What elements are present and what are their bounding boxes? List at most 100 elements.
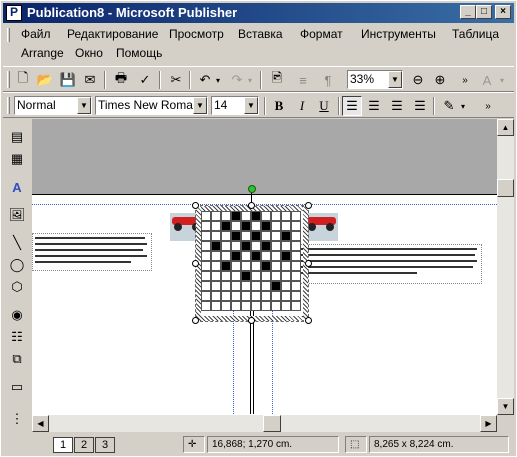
crossword-cell[interactable] bbox=[271, 301, 281, 311]
resize-handle[interactable] bbox=[248, 317, 255, 324]
scroll-right-icon[interactable]: ▶ bbox=[480, 415, 497, 432]
undo-dropdown-icon[interactable]: ▾ bbox=[213, 70, 223, 90]
crossword-cell[interactable] bbox=[241, 231, 251, 241]
crossword-cell[interactable] bbox=[211, 271, 221, 281]
crossword-cell[interactable] bbox=[251, 261, 261, 271]
crossword-cell[interactable] bbox=[291, 211, 301, 221]
crossword-cell[interactable] bbox=[231, 301, 241, 311]
crossword-cell[interactable] bbox=[291, 281, 301, 291]
align-center-icon[interactable]: ☰ bbox=[364, 96, 384, 116]
crossword-cell[interactable] bbox=[261, 241, 271, 251]
page-tab-1[interactable]: 1 bbox=[53, 437, 73, 453]
horizontal-scrollbar[interactable]: ◀ ▶ bbox=[32, 415, 497, 432]
crossword-cell[interactable] bbox=[211, 231, 221, 241]
crossword-cell[interactable] bbox=[271, 251, 281, 261]
crossword-cell[interactable] bbox=[241, 301, 251, 311]
publisher-app-icon[interactable] bbox=[6, 5, 22, 21]
redo-dropdown-icon[interactable]: ▾ bbox=[245, 70, 255, 90]
crossword-cell[interactable] bbox=[241, 291, 251, 301]
crossword-cell[interactable] bbox=[231, 231, 241, 241]
vertical-scrollbar[interactable]: ▲ ▼ bbox=[497, 119, 514, 415]
crossword-cell[interactable] bbox=[251, 231, 261, 241]
crossword-cell[interactable] bbox=[261, 271, 271, 281]
crossword-cell[interactable] bbox=[271, 271, 281, 281]
crossword-cell[interactable] bbox=[221, 301, 231, 311]
menu-insert[interactable]: Вставка bbox=[238, 27, 283, 41]
picture-frame-icon[interactable]: 🖼 bbox=[7, 205, 27, 225]
print-icon[interactable]: 🖶 bbox=[111, 70, 131, 90]
format-painter-icon[interactable]: A bbox=[477, 70, 497, 90]
zoom-dropdown-icon[interactable]: ▼ bbox=[388, 71, 402, 88]
menu-grip[interactable] bbox=[7, 28, 10, 42]
objects-overflow-icon[interactable]: ⋮ bbox=[7, 409, 27, 429]
menu-edit[interactable]: Редактирование bbox=[67, 27, 158, 41]
toolbar-overflow-icon[interactable]: » bbox=[455, 70, 475, 90]
maximize-button[interactable]: □ bbox=[476, 5, 492, 19]
crossword-cell[interactable] bbox=[201, 281, 211, 291]
style-combo[interactable]: Normal ▼ bbox=[14, 96, 92, 115]
resize-handle[interactable] bbox=[305, 202, 312, 209]
crossword-cell[interactable] bbox=[261, 301, 271, 311]
page-tab-3[interactable]: 3 bbox=[95, 437, 115, 453]
crossword-cell[interactable] bbox=[261, 291, 271, 301]
crossword-cell[interactable] bbox=[221, 231, 231, 241]
resize-handle[interactable] bbox=[192, 202, 199, 209]
close-button[interactable]: × bbox=[495, 5, 511, 19]
cut-icon[interactable]: ✂ bbox=[166, 70, 186, 90]
crossword-cell[interactable] bbox=[261, 261, 271, 271]
font-size-combo[interactable]: 14 ▼ bbox=[211, 96, 259, 115]
crossword-cell[interactable] bbox=[241, 281, 251, 291]
crossword-cell[interactable] bbox=[231, 221, 241, 231]
scroll-down-icon[interactable]: ▼ bbox=[497, 398, 514, 415]
crossword-cell[interactable] bbox=[281, 231, 291, 241]
crossword-cell[interactable] bbox=[261, 211, 271, 221]
font-size-dropdown-icon[interactable]: ▼ bbox=[244, 97, 258, 114]
scroll-left-icon[interactable]: ◀ bbox=[32, 415, 49, 432]
scroll-up-icon[interactable]: ▲ bbox=[497, 119, 514, 136]
race-car-clipart-right[interactable] bbox=[304, 213, 338, 241]
crossword-cell[interactable] bbox=[221, 261, 231, 271]
align-left-icon[interactable]: ☰ bbox=[342, 96, 362, 116]
crossword-cell[interactable] bbox=[211, 261, 221, 271]
menu-window[interactable]: Окно bbox=[75, 46, 103, 60]
crossword-cell[interactable] bbox=[281, 261, 291, 271]
bold-icon[interactable]: B bbox=[269, 96, 289, 116]
text-box-icon[interactable]: ▤ bbox=[7, 127, 27, 147]
underline-icon[interactable]: U bbox=[314, 96, 334, 116]
left-text-frame[interactable] bbox=[32, 233, 152, 271]
crossword-cell[interactable] bbox=[221, 281, 231, 291]
crossword-table[interactable] bbox=[201, 211, 303, 316]
crossword-cell[interactable] bbox=[281, 251, 291, 261]
crossword-cell[interactable] bbox=[271, 231, 281, 241]
selected-table-frame[interactable] bbox=[195, 205, 309, 322]
highlight-color-icon[interactable]: ✎ bbox=[439, 96, 459, 116]
rotate-handle[interactable] bbox=[248, 185, 256, 193]
menu-table[interactable]: Таблица bbox=[452, 27, 499, 41]
crossword-cell[interactable] bbox=[211, 211, 221, 221]
crossword-cell[interactable] bbox=[281, 241, 291, 251]
crossword-cell[interactable] bbox=[271, 261, 281, 271]
resize-handle[interactable] bbox=[305, 260, 312, 267]
align-objects-icon[interactable]: ≡ bbox=[293, 70, 313, 90]
font-dropdown-icon[interactable]: ▼ bbox=[193, 97, 207, 114]
hot-spot-icon[interactable]: ▭ bbox=[7, 377, 27, 397]
crossword-cell[interactable] bbox=[201, 241, 211, 251]
crossword-cell[interactable] bbox=[231, 211, 241, 221]
design-gallery-icon[interactable]: ◉ bbox=[7, 305, 27, 325]
crossword-cell[interactable] bbox=[251, 291, 261, 301]
crossword-cell[interactable] bbox=[211, 281, 221, 291]
menu-tools[interactable]: Инструменты bbox=[361, 27, 436, 41]
crossword-cell[interactable] bbox=[271, 221, 281, 231]
crossword-cell[interactable] bbox=[241, 271, 251, 281]
crossword-cell[interactable] bbox=[271, 291, 281, 301]
vertical-scroll-thumb[interactable] bbox=[497, 179, 514, 197]
crossword-cell[interactable] bbox=[221, 211, 231, 221]
redo-icon[interactable]: ↷ bbox=[227, 70, 247, 90]
crossword-cell[interactable] bbox=[251, 241, 261, 251]
new-document-icon[interactable]: 🗋 bbox=[13, 70, 33, 90]
crossword-cell[interactable] bbox=[241, 251, 251, 261]
line-tool-icon[interactable]: ╲ bbox=[7, 233, 27, 253]
toolbar-grip[interactable] bbox=[7, 71, 10, 88]
crossword-cell[interactable] bbox=[291, 291, 301, 301]
page-tab-2[interactable]: 2 bbox=[74, 437, 94, 453]
